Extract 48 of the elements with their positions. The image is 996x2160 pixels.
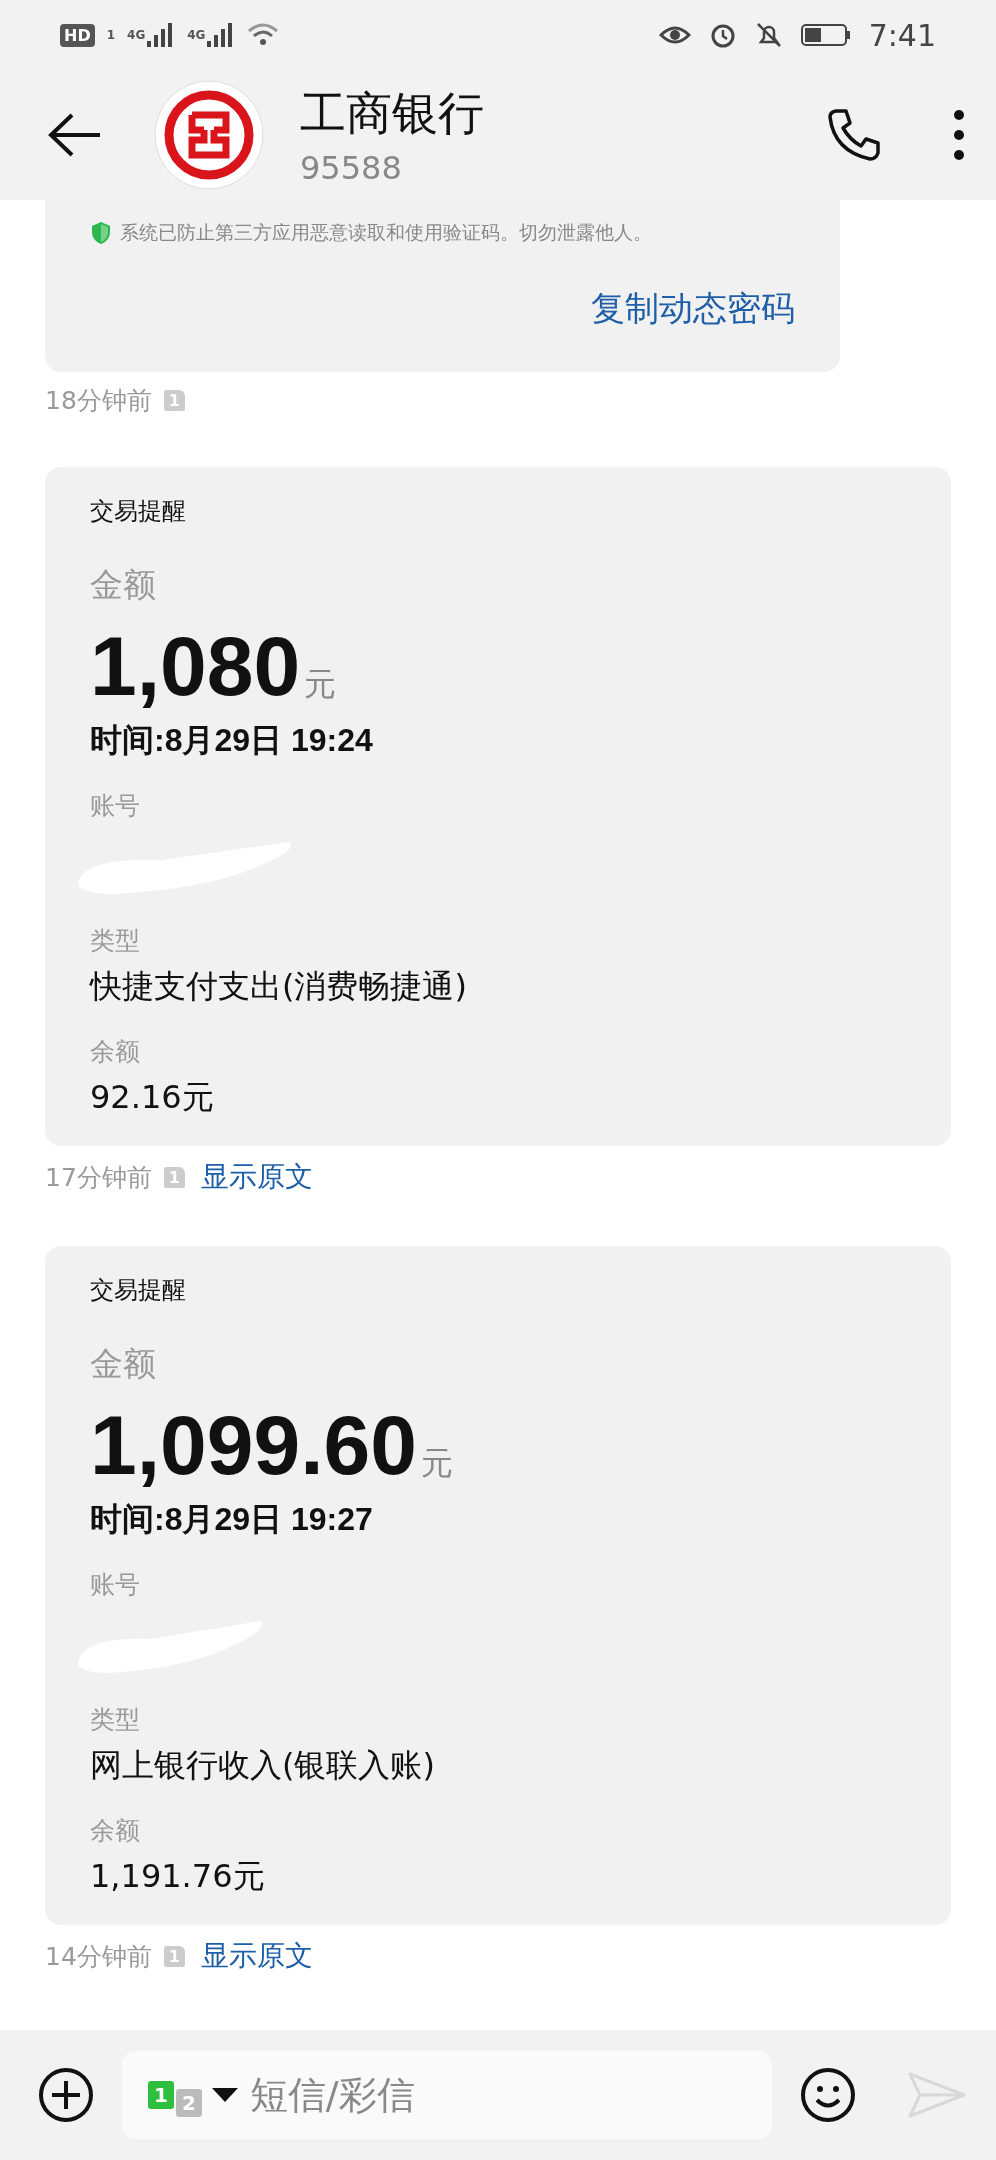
sim-card-indicator: 1 [148,2081,174,2109]
message-time: 17分钟前 [45,1161,152,1194]
contact-number: 95588 [300,149,403,187]
contact-name: 工商银行 [300,85,485,142]
field-value: 网上银行收入(银联入账) [90,1745,436,1786]
security-notice: 系统已防止第三方应用恶意读取和使用验证码。切勿泄露他人。 [120,220,652,245]
muted-bell-icon [754,21,783,49]
amount-value: 1,099.60 [90,1397,417,1494]
field-label: 余额 [90,1815,141,1847]
message-title: 交易提醒 [90,1275,187,1306]
field-label: 账号 [90,1569,141,1601]
field-label: 类型 [90,925,141,957]
dropdown-caret-icon[interactable] [211,2088,238,2102]
field-value: 快捷支付支出(消费畅捷通) [90,966,468,1007]
message-title: 交易提醒 [90,496,187,527]
hd-indicator: HD [60,23,95,47]
copy-code-button[interactable]: 复制动态密码 [591,286,795,332]
show-original-link[interactable]: 显示原文 [200,1158,313,1196]
sim-card-indicator: 2 [175,2089,202,2117]
field-label: 金额 [90,1343,157,1385]
message-input[interactable]: 短信/彩信 [247,2072,746,2118]
wifi-icon [247,22,280,48]
clock-time: 7:41 [868,17,936,53]
sim-indicator: 1 [106,28,116,42]
currency-unit: 元 [304,664,337,705]
network-type: 4G [187,28,206,42]
message-time: 14分钟前 [45,1940,152,1973]
battery-icon [800,23,851,47]
show-original-link[interactable]: 显示原文 [200,1937,313,1975]
more-options-icon[interactable] [952,107,966,163]
field-value: 1,191.76元 [90,1856,266,1897]
add-icon[interactable] [38,2067,94,2123]
field-label: 金额 [90,564,157,606]
eye-icon [658,23,691,47]
field-label: 余额 [90,1036,141,1068]
transaction-time: 时间:8月29日 19:24 [90,721,374,760]
phone-icon[interactable] [826,107,882,163]
network-type: 4G [127,28,146,42]
emoji-icon[interactable] [800,2067,856,2123]
field-label: 账号 [90,790,141,822]
amount-value: 1,080 [90,618,301,715]
currency-unit: 元 [421,1443,453,1484]
transaction-time: 时间:8月29日 19:27 [90,1500,374,1539]
back-arrow-icon[interactable] [48,113,102,157]
shield-icon [90,221,112,245]
field-label: 类型 [90,1704,141,1736]
message-time: 18分钟前 [45,385,152,417]
field-value: 92.16元 [90,1077,215,1118]
